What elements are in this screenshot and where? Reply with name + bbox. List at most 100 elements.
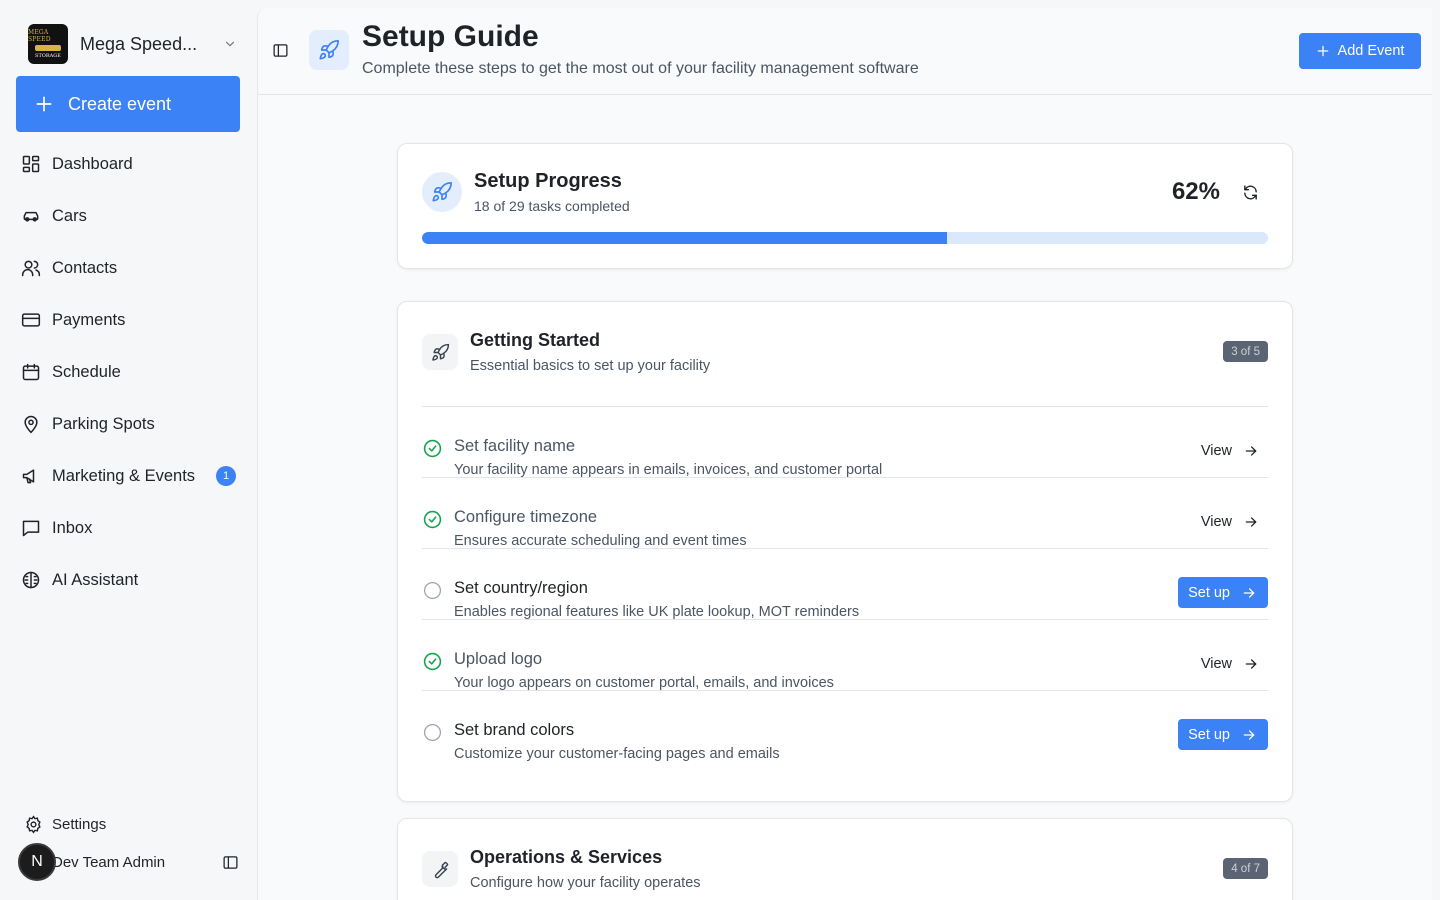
view-label: View — [1200, 656, 1232, 672]
task-description: Customize your customer-facing pages and… — [454, 746, 780, 762]
sidebar-item-label: Cars — [52, 206, 87, 225]
check-circle-icon — [422, 509, 442, 529]
sidebar-item-marketing-events[interactable]: Marketing & Events 1 — [16, 450, 240, 502]
create-event-label: Create event — [68, 93, 172, 114]
empty-circle-icon — [422, 722, 442, 742]
sidebar-toggle-icon[interactable] — [270, 40, 290, 60]
megaphone-icon — [20, 465, 42, 487]
view-label: View — [1200, 443, 1232, 459]
org-logo: MEGA SPEED STORAGE — [28, 24, 68, 64]
task-title: Set brand colors — [454, 721, 575, 739]
section-operations-services: Operations & Services Configure how your… — [397, 818, 1293, 900]
rocket-icon — [309, 30, 349, 70]
user-name: Dev Team Admin — [52, 853, 166, 871]
sidebar-nav: Dashboard Cars Contacts Payments Schedul… — [16, 138, 240, 606]
sidebar-item-label: Inbox — [52, 518, 93, 537]
task-row: Set country/region Enables regional feat… — [422, 549, 1268, 620]
setup-label: Set up — [1188, 584, 1230, 601]
sidebar-item-schedule[interactable]: Schedule — [16, 346, 240, 398]
create-event-button[interactable]: Create event — [16, 76, 240, 132]
check-circle-icon — [422, 651, 442, 671]
section-title: Operations & Services — [470, 847, 663, 867]
brain-icon — [20, 569, 42, 591]
sidebar-item-label: Dashboard — [52, 154, 133, 173]
arrow-right-icon — [1244, 515, 1258, 529]
user-menu[interactable]: N Dev Team Admin — [18, 842, 240, 882]
message-icon — [20, 517, 42, 539]
page-subtitle: Complete these steps to get the most out… — [362, 60, 919, 77]
task-row: Upload logo Your logo appears on custome… — [422, 620, 1268, 691]
page-header: Setup Guide Complete these steps to get … — [258, 8, 1432, 95]
section-subtitle: Configure how your facility operates — [470, 875, 701, 891]
task-row: Configure timezone Ensures accurate sche… — [422, 478, 1268, 549]
sidebar-toggle-icon[interactable] — [220, 852, 240, 872]
task-description: Enables regional features like UK plate … — [454, 604, 860, 620]
check-circle-icon — [422, 438, 442, 458]
arrow-right-icon — [1244, 657, 1258, 671]
progress-bar-fill — [422, 232, 947, 244]
arrow-right-icon — [1242, 728, 1256, 742]
sidebar-item-ai-assistant[interactable]: AI Assistant — [16, 554, 240, 606]
view-button[interactable]: View — [1201, 656, 1258, 672]
sidebar-item-dashboard[interactable]: Dashboard — [16, 138, 240, 190]
sidebar-item-contacts[interactable]: Contacts — [16, 242, 240, 294]
progress-title: Setup Progress — [474, 170, 622, 192]
plus-icon — [36, 96, 52, 112]
main-content: Setup Guide Complete these steps to get … — [257, 8, 1432, 900]
sidebar-item-label: Payments — [52, 310, 126, 329]
progress-bar — [422, 232, 1268, 244]
sidebar-item-cars[interactable]: Cars — [16, 190, 240, 242]
rocket-icon — [422, 334, 458, 370]
task-title: Set facility name — [454, 437, 576, 455]
setup-label: Set up — [1188, 726, 1230, 743]
task-list: Set facility name Your facility name app… — [422, 407, 1268, 762]
add-event-button[interactable]: Add Event — [1299, 33, 1421, 69]
sidebar-item-label: Parking Spots — [52, 414, 155, 433]
sidebar-item-settings[interactable]: Settings — [22, 812, 106, 836]
task-row: Set brand colors Customize your customer… — [422, 691, 1268, 762]
refresh-icon[interactable] — [1240, 182, 1260, 202]
calendar-icon — [20, 361, 42, 383]
sidebar-item-inbox[interactable]: Inbox — [16, 502, 240, 554]
arrow-right-icon — [1242, 586, 1256, 600]
dashboard-icon — [20, 153, 42, 175]
avatar: N — [18, 843, 56, 881]
task-description: Your logo appears on customer portal, em… — [454, 675, 834, 691]
users-icon — [20, 257, 42, 279]
sidebar: MEGA SPEED STORAGE Mega Speed... Create … — [0, 0, 256, 900]
empty-circle-icon — [422, 580, 442, 600]
map-pin-icon — [20, 413, 42, 435]
task-title: Set country/region — [454, 579, 588, 597]
section-title: Getting Started — [470, 330, 601, 350]
progress-subtitle: 18 of 29 tasks completed — [474, 198, 630, 214]
section-count-badge: 4 of 7 — [1223, 858, 1268, 879]
setup-button[interactable]: Set up — [1178, 719, 1268, 750]
page-title: Setup Guide — [362, 20, 539, 53]
org-switcher[interactable]: MEGA SPEED STORAGE Mega Speed... — [28, 24, 240, 64]
task-description: Ensures accurate scheduling and event ti… — [454, 533, 747, 549]
setup-button[interactable]: Set up — [1178, 577, 1268, 608]
view-button[interactable]: View — [1201, 443, 1258, 459]
arrow-right-icon — [1244, 444, 1258, 458]
gear-icon — [22, 813, 44, 835]
sidebar-item-payments[interactable]: Payments — [16, 294, 240, 346]
view-label: View — [1200, 514, 1232, 530]
plus-icon — [1317, 45, 1328, 57]
add-event-label: Add Event — [1337, 43, 1405, 59]
chevron-down-icon — [220, 34, 240, 54]
sidebar-item-label: AI Assistant — [52, 570, 139, 589]
sidebar-item-label: Contacts — [52, 258, 118, 277]
wrench-icon — [422, 851, 458, 887]
org-name: Mega Speed... — [80, 33, 198, 54]
view-button[interactable]: View — [1201, 514, 1258, 530]
notification-badge: 1 — [216, 466, 236, 486]
sidebar-item-parking-spots[interactable]: Parking Spots — [16, 398, 240, 450]
section-getting-started: Getting Started Essential basics to set … — [397, 301, 1293, 802]
section-subtitle: Essential basics to set up your facility — [470, 358, 711, 374]
setup-progress-card: Setup Progress 18 of 29 tasks completed … — [397, 143, 1293, 269]
car-icon — [20, 205, 42, 227]
sidebar-item-label: Marketing & Events — [52, 466, 196, 485]
progress-percent: 62% — [1171, 178, 1220, 205]
sidebar-item-label: Schedule — [52, 362, 121, 381]
task-title: Upload logo — [454, 650, 543, 668]
